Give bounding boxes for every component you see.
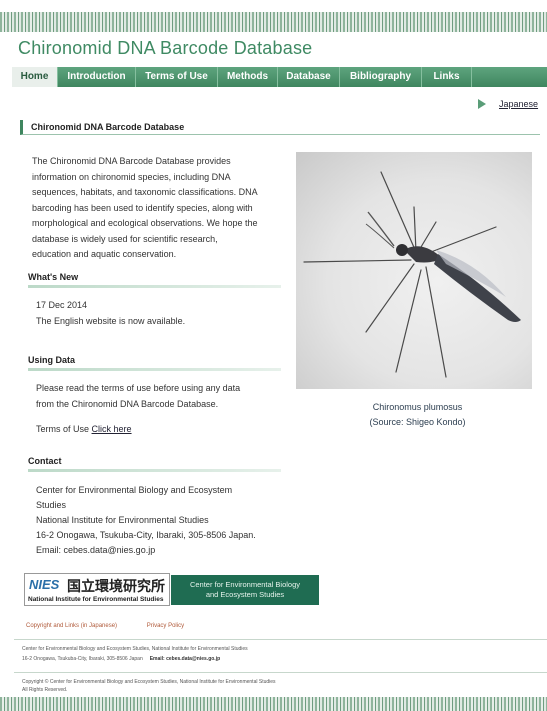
- using-data-rule: [28, 368, 281, 371]
- photo-caption: Chironomus plumosus (Source: Shigeo Kond…: [360, 400, 475, 430]
- intro-line: sequences, habitats, and taxonomic class…: [32, 187, 258, 197]
- nav-tab-bibliography[interactable]: Bibliography: [340, 67, 422, 87]
- contact-rule: [28, 469, 281, 472]
- intro-line: information on chironomid species, inclu…: [32, 171, 231, 182]
- contact-line: Studies: [36, 500, 67, 510]
- contact-line: 16-2 Onogawa, Tsukuba-City, Ibaraki, 305…: [36, 530, 256, 540]
- terms-of-use-row: Terms of Use Click here: [36, 422, 132, 437]
- copyright-links-link[interactable]: Copyright and Links (in Japanese): [26, 623, 117, 629]
- news-date: 17 Dec 2014: [36, 300, 88, 310]
- nav-tab-terms-of-use[interactable]: Terms of Use: [136, 67, 218, 87]
- intro-line: morphological and ecological observation…: [32, 218, 258, 228]
- footer-org: Center for Environmental Biology and Eco…: [22, 646, 248, 652]
- japanese-link[interactable]: Japanese: [499, 99, 538, 109]
- nav-tab-database[interactable]: Database: [278, 67, 340, 87]
- footer-address: 16-2 Onogawa, Tsukuba-City, Ibaraki, 305…: [22, 656, 143, 662]
- nav-tab-links[interactable]: Links: [422, 67, 472, 87]
- main-nav: Home Introduction Terms of Use Methods D…: [12, 67, 547, 87]
- intro-line: database is widely used for scientific r…: [32, 233, 218, 244]
- cebes-logo-line: and Ecosystem Studies: [205, 590, 285, 599]
- site-title[interactable]: Chironomid DNA Barcode Database: [18, 38, 312, 59]
- footer-links: Copyright and Links (in Japanese) Privac…: [26, 623, 212, 629]
- language-switch[interactable]: Japanese: [478, 99, 538, 109]
- caption-source: (Source: Shigeo Kondo): [369, 417, 466, 427]
- footer-divider: [14, 639, 547, 640]
- footer-rights: All Rights Reserved.: [22, 687, 68, 693]
- footer-email: Email: cebes.data@nies.go.jp: [149, 656, 221, 662]
- contact-heading: Contact: [28, 456, 62, 466]
- footer-address-row: 16-2 Onogawa, Tsukuba-City, Ibaraki, 305…: [22, 654, 220, 664]
- terms-of-use-label: Terms of Use: [36, 424, 90, 434]
- whats-new-rule: [28, 285, 281, 288]
- contact-email: Email: cebes.data@nies.go.jp: [36, 545, 156, 555]
- news-text: The English website is now available.: [36, 316, 186, 326]
- mosquito-illustration: [303, 171, 521, 378]
- nav-tab-home[interactable]: Home: [12, 67, 58, 87]
- intro-line: The Chironomid DNA Barcode Database prov…: [32, 156, 231, 166]
- section-title: Chironomid DNA Barcode Database: [20, 120, 540, 135]
- intro-paragraph: The Chironomid DNA Barcode Database prov…: [32, 154, 282, 263]
- nies-japanese-name: 国立環境研究所: [67, 578, 165, 594]
- nies-mark-icon: NIES: [29, 577, 60, 592]
- nav-tab-introduction[interactable]: Introduction: [58, 67, 136, 87]
- header-decorative-stripe: [0, 12, 547, 32]
- terms-click-here-link[interactable]: Click here: [92, 424, 132, 434]
- footer-decorative-stripe: [0, 697, 547, 711]
- nies-english-name: National Institute for Environmental Stu…: [28, 596, 164, 603]
- using-data-line: from the Chironomid DNA Barcode Database…: [36, 399, 219, 409]
- contact-line: Center for Environmental Biology and Eco…: [36, 485, 233, 495]
- intro-line: barcoding has been used to identify spec…: [32, 202, 253, 213]
- cebes-logo[interactable]: Center for Environmental Biology and Eco…: [171, 575, 319, 605]
- contact-line: National Institute for Environmental Stu…: [36, 515, 209, 525]
- privacy-policy-link[interactable]: Privacy Policy: [147, 623, 184, 629]
- using-data-line: Please read the terms of use before usin…: [36, 383, 241, 393]
- intro-line: education and aquatic conservation.: [32, 249, 177, 259]
- caption-species: Chironomus plumosus: [372, 402, 463, 412]
- arrow-right-icon: [478, 99, 486, 109]
- footer-divider: [14, 672, 547, 673]
- mosquito-photo: [296, 152, 532, 389]
- nav-tab-methods[interactable]: Methods: [218, 67, 278, 87]
- using-data-heading: Using Data: [28, 355, 76, 365]
- cebes-logo-line: Center for Environmental Biology: [189, 580, 301, 589]
- nies-logo[interactable]: NIES 国立環境研究所 National Institute for Envi…: [24, 573, 170, 606]
- whats-new-heading: What's New: [28, 272, 79, 282]
